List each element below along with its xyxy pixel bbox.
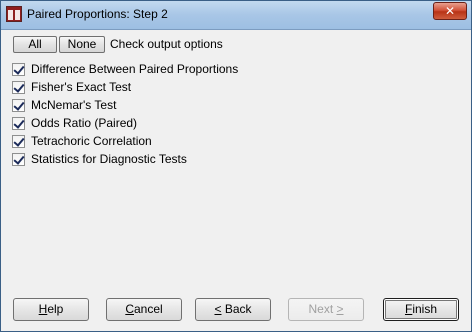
help-button[interactable]: Help bbox=[13, 298, 89, 321]
option-label: Tetrachoric Correlation bbox=[31, 134, 152, 148]
title-bar[interactable]: Paired Proportions: Step 2 ✕ bbox=[1, 1, 471, 30]
back-button-accelerator: < bbox=[214, 302, 222, 316]
app-window-icon[interactable] bbox=[6, 6, 22, 22]
checkmark-icon bbox=[13, 63, 25, 75]
option-checkbox[interactable] bbox=[12, 63, 25, 76]
option-label: Statistics for Diagnostic Tests bbox=[31, 152, 187, 166]
cancel-button-label-post: ancel bbox=[133, 302, 163, 316]
check-output-options-label: Check output options bbox=[110, 37, 223, 51]
checkmark-icon bbox=[13, 117, 25, 129]
next-button-label-pre: Next bbox=[308, 302, 337, 316]
next-button[interactable]: Next > bbox=[288, 298, 364, 321]
dialog-client-area: All None Check output options Difference… bbox=[1, 30, 471, 331]
cancel-button-accelerator: C bbox=[125, 302, 134, 316]
checkmark-icon bbox=[13, 153, 25, 165]
close-button[interactable]: ✕ bbox=[433, 2, 467, 20]
close-icon: ✕ bbox=[444, 4, 456, 18]
cancel-button[interactable]: Cancel bbox=[106, 298, 182, 321]
back-button-label-post: Back bbox=[221, 302, 252, 316]
option-label: McNemar's Test bbox=[31, 98, 117, 112]
option-checkbox[interactable] bbox=[12, 99, 25, 112]
checkmark-icon bbox=[13, 99, 25, 111]
app-icon-left-pane bbox=[8, 10, 13, 20]
option-checkbox[interactable] bbox=[12, 135, 25, 148]
back-button[interactable]: < Back bbox=[195, 298, 271, 321]
all-button[interactable]: All bbox=[13, 36, 57, 53]
finish-button-label-post: inish bbox=[412, 302, 438, 316]
help-button-label-post: elp bbox=[47, 302, 64, 316]
option-label: Difference Between Paired Proportions bbox=[31, 62, 239, 76]
dialog-window: Paired Proportions: Step 2 ✕ All None Ch… bbox=[0, 0, 472, 332]
option-label: Odds Ratio (Paired) bbox=[31, 116, 138, 130]
app-icon-right-pane bbox=[15, 10, 20, 20]
window-title: Paired Proportions: Step 2 bbox=[27, 7, 168, 21]
checkmark-icon bbox=[13, 135, 25, 147]
option-checkbox[interactable] bbox=[12, 117, 25, 130]
option-checkbox[interactable] bbox=[12, 153, 25, 166]
none-button[interactable]: None bbox=[59, 36, 105, 53]
option-label: Fisher's Exact Test bbox=[31, 80, 132, 94]
finish-button[interactable]: Finish bbox=[383, 298, 459, 321]
next-button-accelerator: > bbox=[336, 302, 344, 316]
option-checkbox[interactable] bbox=[12, 81, 25, 94]
checkmark-icon bbox=[13, 81, 25, 93]
